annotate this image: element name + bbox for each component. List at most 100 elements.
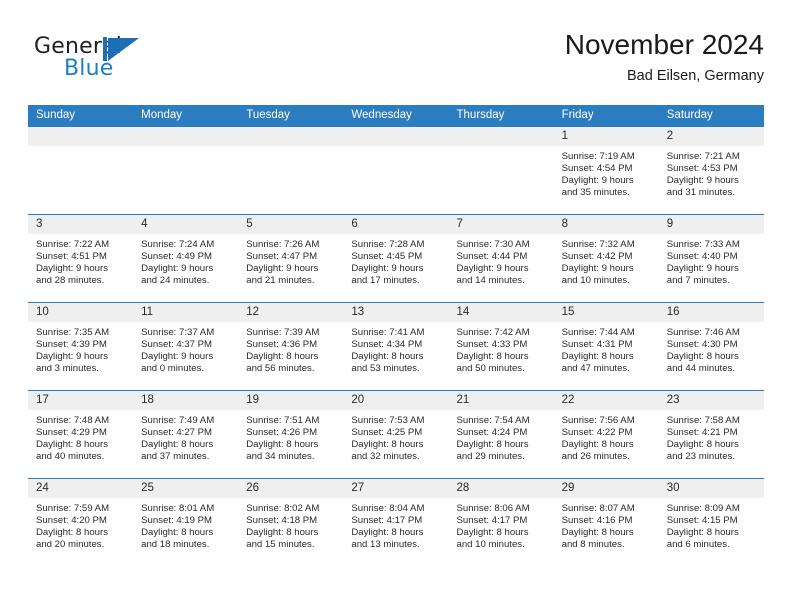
day-cell[interactable]: 28 Sunrise: 8:06 AM Sunset: 4:17 PM Dayligh… [448, 479, 554, 566]
day-detail-line: Daylight: 8 hours [351, 527, 424, 539]
day-cell[interactable]: 5 Sunrise: 7:26 AM Sunset: 4:47 PM Daylight… [238, 215, 344, 302]
day-details: Sunrise: 7:49 AM Sunset: 4:27 PM Daylight:… [133, 410, 238, 463]
day-detail-line: and 32 minutes. [351, 451, 420, 463]
day-detail-line: Daylight: 8 hours [36, 527, 108, 539]
day-detail-line: and 10 minutes. [456, 539, 525, 551]
day-details: Sunrise: 7:26 AM Sunset: 4:47 PM Daylight:… [238, 234, 343, 287]
day-cell[interactable]: 25 Sunrise: 8:01 AM Sunset: 4:19 PM Dayligh… [133, 479, 239, 566]
day-detail-line: Sunrise: 7:58 AM [666, 415, 740, 426]
day-detail-line: Sunrise: 7:48 AM [36, 415, 110, 426]
day-cell[interactable]: 27 Sunrise: 8:04 AM Sunset: 4:17 PM Dayligh… [343, 479, 449, 566]
day-number [448, 127, 554, 146]
day-detail-line: Sunset: 4:29 PM [36, 427, 107, 439]
generalblue-logo[interactable]: General Blue [28, 34, 178, 90]
day-detail-line: Sunset: 4:33 PM [456, 339, 528, 351]
day-number: 30 [658, 479, 764, 498]
day-detail-line: Sunrise: 7:21 AM [666, 151, 740, 162]
title-block: November 2024 Bad Eilsen, Germany [565, 28, 764, 86]
day-number: 11 [133, 303, 239, 322]
day-cell-empty [28, 127, 134, 214]
day-number [238, 127, 344, 146]
day-details: Sunrise: 7:39 AM Sunset: 4:36 PM Daylight:… [238, 322, 343, 375]
day-detail-line: and 34 minutes. [246, 451, 315, 463]
day-cell[interactable]: 24 Sunrise: 7:59 AM Sunset: 4:20 PM Dayligh… [28, 479, 134, 566]
calendar-week-row: 10 Sunrise: 7:35 AM Sunset: 4:39 PM Dayligh… [28, 302, 764, 390]
day-details: Sunrise: 7:56 AM Sunset: 4:22 PM Daylight:… [554, 410, 659, 463]
day-cell[interactable]: 22 Sunrise: 7:56 AM Sunset: 4:22 PM Dayligh… [553, 391, 659, 478]
day-cell[interactable]: 18 Sunrise: 7:49 AM Sunset: 4:27 PM Dayligh… [133, 391, 239, 478]
day-cell[interactable]: 2 Sunrise: 7:21 AM Sunset: 4:53 PM Daylight… [658, 127, 764, 214]
day-cell[interactable]: 4 Sunrise: 7:24 AM Sunset: 4:49 PM Daylight… [133, 215, 239, 302]
day-cell[interactable]: 3 Sunrise: 7:22 AM Sunset: 4:51 PM Daylight… [28, 215, 134, 302]
day-cell[interactable]: 12 Sunrise: 7:39 AM Sunset: 4:36 PM Dayligh… [238, 303, 344, 390]
day-detail-line: Sunrise: 7:32 AM [561, 239, 635, 250]
day-details [449, 146, 554, 151]
day-number: 24 [28, 479, 134, 498]
day-cell[interactable]: 10 Sunrise: 7:35 AM Sunset: 4:39 PM Dayligh… [28, 303, 134, 390]
day-detail-line: Sunset: 4:31 PM [561, 339, 633, 351]
day-detail-line: Sunset: 4:27 PM [141, 427, 213, 439]
day-cell[interactable]: 21 Sunrise: 7:54 AM Sunset: 4:24 PM Dayligh… [448, 391, 554, 478]
day-detail-line: Daylight: 8 hours [561, 527, 634, 539]
day-number [343, 127, 449, 146]
day-cell[interactable]: 9 Sunrise: 7:33 AM Sunset: 4:40 PM Daylight… [658, 215, 764, 302]
day-details: Sunrise: 8:02 AM Sunset: 4:18 PM Daylight:… [238, 498, 343, 551]
day-detail-line: Daylight: 8 hours [666, 439, 739, 451]
day-cell[interactable]: 19 Sunrise: 7:51 AM Sunset: 4:26 PM Dayligh… [238, 391, 344, 478]
day-detail-line: Sunset: 4:39 PM [36, 339, 107, 351]
day-cell[interactable]: 1 Sunrise: 7:19 AM Sunset: 4:54 PM Daylight… [553, 127, 659, 214]
day-cell[interactable]: 15 Sunrise: 7:44 AM Sunset: 4:31 PM Dayligh… [553, 303, 659, 390]
day-detail-line: Sunset: 4:34 PM [351, 339, 423, 351]
day-details: Sunrise: 8:01 AM Sunset: 4:19 PM Daylight:… [133, 498, 238, 551]
day-cell[interactable]: 13 Sunrise: 7:41 AM Sunset: 4:34 PM Dayligh… [343, 303, 449, 390]
day-detail-line: Daylight: 8 hours [351, 351, 424, 363]
day-details: Sunrise: 8:07 AM Sunset: 4:16 PM Daylight:… [554, 498, 659, 551]
day-detail-line: Sunset: 4:42 PM [561, 251, 633, 263]
day-detail-line: Sunrise: 7:35 AM [36, 327, 110, 338]
day-detail-line: Sunrise: 7:33 AM [666, 239, 740, 250]
day-details: Sunrise: 7:35 AM Sunset: 4:39 PM Daylight:… [28, 322, 133, 375]
day-details: Sunrise: 8:04 AM Sunset: 4:17 PM Daylight:… [343, 498, 448, 551]
day-detail-line: Daylight: 9 hours [36, 263, 108, 275]
day-cell[interactable]: 11 Sunrise: 7:37 AM Sunset: 4:37 PM Dayligh… [133, 303, 239, 390]
day-detail-line: and 29 minutes. [456, 451, 525, 463]
weekday-header-wednesday: Wednesday [351, 109, 412, 121]
day-detail-line: Daylight: 9 hours [141, 263, 214, 275]
day-detail-line: and 56 minutes. [246, 363, 315, 375]
day-details: Sunrise: 7:51 AM Sunset: 4:26 PM Daylight:… [238, 410, 343, 463]
day-cell[interactable]: 20 Sunrise: 7:53 AM Sunset: 4:25 PM Dayligh… [343, 391, 449, 478]
day-cell[interactable]: 29 Sunrise: 8:07 AM Sunset: 4:16 PM Dayligh… [553, 479, 659, 566]
day-cell[interactable]: 6 Sunrise: 7:28 AM Sunset: 4:45 PM Daylight… [343, 215, 449, 302]
day-detail-line: Sunset: 4:45 PM [351, 251, 423, 263]
day-cell[interactable]: 7 Sunrise: 7:30 AM Sunset: 4:44 PM Daylight… [448, 215, 554, 302]
day-detail-line: Sunset: 4:53 PM [666, 163, 738, 175]
day-cell[interactable]: 14 Sunrise: 7:42 AM Sunset: 4:33 PM Dayligh… [448, 303, 554, 390]
day-cell[interactable]: 30 Sunrise: 8:09 AM Sunset: 4:15 PM Dayligh… [658, 479, 764, 566]
day-cell[interactable]: 8 Sunrise: 7:32 AM Sunset: 4:42 PM Daylight… [553, 215, 659, 302]
day-detail-line: Sunset: 4:49 PM [141, 251, 213, 263]
day-detail-line: Sunset: 4:19 PM [141, 515, 213, 527]
day-detail-line: and 26 minutes. [561, 451, 630, 463]
day-detail-line: Daylight: 8 hours [666, 527, 739, 539]
day-detail-line: Daylight: 8 hours [246, 527, 319, 539]
day-detail-line: and 23 minutes. [666, 451, 736, 463]
day-detail-line: and 50 minutes. [456, 363, 525, 375]
day-cell[interactable]: 16 Sunrise: 7:46 AM Sunset: 4:30 PM Dayligh… [658, 303, 764, 390]
day-detail-line: Sunrise: 8:04 AM [351, 503, 425, 514]
day-cell[interactable]: 17 Sunrise: 7:48 AM Sunset: 4:29 PM Dayligh… [28, 391, 134, 478]
day-detail-line: and 10 minutes. [561, 275, 630, 287]
day-cell-empty [448, 127, 554, 214]
day-detail-line: Sunset: 4:47 PM [246, 251, 318, 263]
day-detail-line: Sunset: 4:24 PM [456, 427, 528, 439]
day-detail-line: and 35 minutes. [561, 187, 630, 199]
day-details: Sunrise: 8:09 AM Sunset: 4:15 PM Daylight:… [659, 498, 764, 551]
day-detail-line: and 28 minutes. [36, 275, 105, 287]
day-detail-line: Sunrise: 7:44 AM [561, 327, 635, 338]
day-detail-line: Sunrise: 8:07 AM [561, 503, 635, 514]
day-detail-line: Daylight: 8 hours [351, 439, 424, 451]
day-cell[interactable]: 26 Sunrise: 8:02 AM Sunset: 4:18 PM Dayligh… [238, 479, 344, 566]
day-detail-line: Sunset: 4:17 PM [456, 515, 528, 527]
day-cell[interactable]: 23 Sunrise: 7:58 AM Sunset: 4:21 PM Dayligh… [658, 391, 764, 478]
calendar-page: General Blue November 2024 Bad Eilsen, G… [0, 0, 792, 612]
day-details: Sunrise: 7:54 AM Sunset: 4:24 PM Daylight:… [449, 410, 554, 463]
